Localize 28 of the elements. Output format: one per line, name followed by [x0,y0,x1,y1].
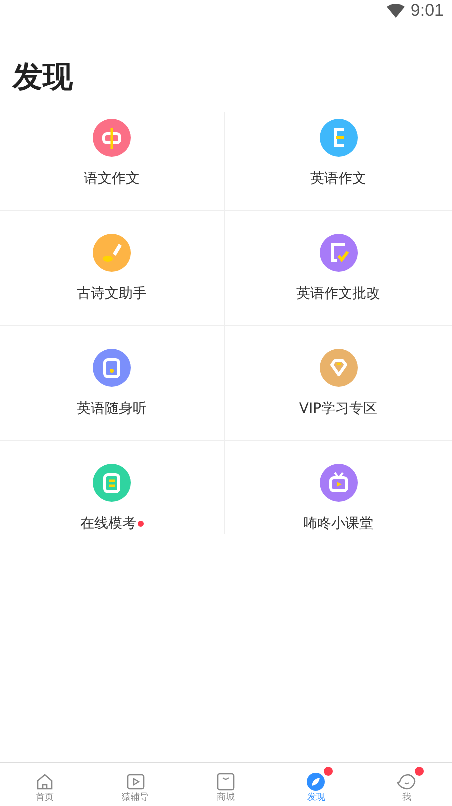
menu-label: 在线模考 [80,515,136,533]
menu-item[interactable]: 英语作文批改 [224,211,452,326]
tab[interactable]: 猿辅导 [90,763,181,806]
menu-label: 古诗文助手 [77,285,147,303]
menu-label: 咘咚小课堂 [304,515,374,533]
play-icon [126,772,146,792]
menu-item[interactable]: 语文作文 [0,112,224,211]
menu-item[interactable]: 英语随身听 [0,326,224,441]
tab[interactable]: 我 [362,763,452,806]
menu-item[interactable]: 在线模考 [0,441,224,534]
menu-label: 语文作文 [84,170,140,188]
status-time: 9:01 [410,1,444,21]
menu-item[interactable]: 英语作文 [224,112,452,211]
home-icon [35,772,56,792]
menu-label: VIP学习专区 [299,400,378,418]
menu-item[interactable]: 古诗文助手 [0,211,224,326]
tab[interactable]: 首页 [0,763,90,806]
menu-label: 英语作文 [310,170,366,188]
wifi-icon [386,4,405,18]
menu-item[interactable]: 咘咚小课堂 [224,441,452,534]
face-icon [396,772,417,792]
menu-item[interactable]: VIP学习专区 [224,326,452,441]
menu-label: 英语作文批改 [296,285,380,303]
page-title: 发现 [13,59,74,97]
tab[interactable]: 商城 [180,763,272,806]
menu-label: 英语随身听 [77,400,147,418]
compass-icon [306,772,326,792]
bag-icon [216,772,236,792]
